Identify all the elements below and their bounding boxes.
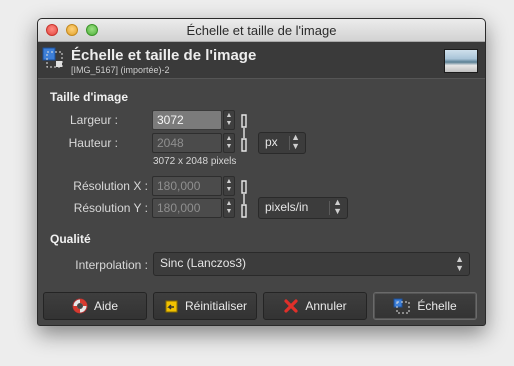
interpolation-label: Interpolation : (75, 258, 148, 272)
reset-icon (165, 300, 178, 313)
updown-arrows-icon: ▲ ▼ (333, 197, 342, 216)
window-title: Échelle et taille de l'image (186, 23, 337, 38)
size-unit-select[interactable]: px ▲ ▼ (258, 132, 306, 154)
resolution-x-label: Résolution X : (73, 179, 148, 193)
size-unit-value: px (265, 135, 278, 149)
updown-arrows-icon: ▲ ▼ (291, 132, 300, 151)
size-chain-link-icon[interactable] (239, 111, 249, 155)
image-name: [IMG_5167] (importée)-2 (71, 65, 170, 75)
resolution-y-input[interactable]: 180,000 (152, 198, 222, 218)
scale-button-label: Échelle (417, 299, 457, 313)
pixel-size-info: 3072 x 2048 pixels (153, 156, 237, 167)
interpolation-value: Sinc (Lanczos3) (160, 256, 247, 270)
lifebuoy-icon (72, 298, 88, 314)
resolution-y-spinner[interactable]: ▲ ▼ (223, 198, 235, 218)
height-label: Hauteur : (68, 136, 118, 150)
scale-image-dialog: Échelle et taille de l'image Échelle et … (37, 18, 486, 326)
width-spinner[interactable]: ▲ ▼ (223, 110, 235, 130)
image-thumbnail (444, 49, 478, 73)
resolution-unit-value: pixels/in (265, 200, 309, 214)
resolution-x-input[interactable]: 180,000 (152, 176, 222, 196)
help-button[interactable]: Aide (43, 292, 147, 320)
close-x-icon (284, 299, 298, 313)
reset-button-label: Réinitialiser (184, 299, 248, 313)
resolution-unit-select[interactable]: pixels/in ▲ ▼ (258, 197, 348, 219)
resolution-x-spinner[interactable]: ▲ ▼ (223, 176, 235, 196)
title-bar: Échelle et taille de l'image (38, 19, 485, 42)
scale-image-icon (42, 47, 63, 68)
reset-button[interactable]: Réinitialiser (153, 292, 257, 320)
scale-button[interactable]: Échelle (373, 292, 477, 320)
dialog-header: Échelle et taille de l'image [IMG_5167] … (38, 42, 485, 79)
interpolation-select[interactable]: Sinc (Lanczos3) ▲ ▼ (153, 252, 470, 276)
quality-section-title: Qualité (50, 232, 91, 246)
scale-image-icon (393, 298, 410, 314)
width-label: Largeur : (69, 113, 118, 127)
width-input[interactable]: 3072 (152, 110, 222, 130)
dialog-header-title: Échelle et taille de l'image (71, 47, 257, 64)
cancel-button-label: Annuler (305, 299, 347, 313)
height-spinner[interactable]: ▲ ▼ (223, 133, 235, 153)
updown-arrows-icon: ▲ ▼ (455, 254, 464, 273)
image-size-section-title: Taille d'image (50, 90, 128, 104)
resolution-chain-link-icon[interactable] (239, 177, 249, 221)
resolution-y-label: Résolution Y : (73, 201, 148, 215)
height-input[interactable]: 2048 (152, 133, 222, 153)
cancel-button[interactable]: Annuler (263, 292, 367, 320)
help-button-label: Aide (93, 299, 119, 313)
